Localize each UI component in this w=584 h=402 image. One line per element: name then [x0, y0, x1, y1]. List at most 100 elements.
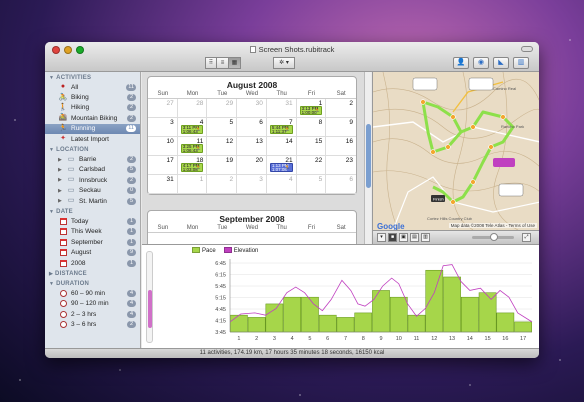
activity-event[interactable]: 3:13 PM 1:00:00 🏃	[299, 106, 323, 115]
disclosure-triangle-icon[interactable]: ▶	[58, 188, 62, 194]
calendar-day[interactable]: 12	[207, 137, 238, 156]
calendar-day[interactable]: 8	[296, 118, 327, 137]
calendar-day[interactable]: 1 3:13 PM 1:00:00 🏃	[296, 99, 327, 118]
activity-event[interactable]: 5:44 PM 1:11:37 🏃	[269, 125, 293, 134]
calendar-day[interactable]: 1	[177, 175, 208, 194]
sidebar-item-barrie[interactable]: ▶ ▭ Barrie 2	[45, 154, 140, 164]
date-header[interactable]: ▼ DATE	[45, 206, 140, 216]
calendar-day[interactable]: 23	[326, 156, 356, 175]
disclosure-triangle-icon[interactable]: ▶	[58, 177, 62, 183]
activity-event[interactable]: 3:25 PM 1:06:43 🏃	[180, 144, 204, 153]
scroll-thumb[interactable]	[366, 124, 371, 188]
activity-event[interactable]: 3:11 PM 1:06:43 🏃	[180, 125, 204, 134]
pace-bar[interactable]	[318, 314, 337, 333]
calendar-day[interactable]: 3	[148, 118, 178, 137]
disclosure-triangle-icon[interactable]: ▶	[58, 167, 62, 173]
map-view-button[interactable]: ■	[388, 233, 397, 242]
chart-icon[interactable]: ▥	[513, 57, 529, 69]
sidebar-item-60-90-min[interactable]: 60 – 90 min 4	[45, 288, 140, 298]
pace-bar[interactable]	[496, 312, 515, 333]
calendar-day[interactable]: 6	[237, 118, 267, 137]
calendar-day[interactable]: 19	[207, 156, 238, 175]
calendar-day[interactable]: 13	[237, 137, 267, 156]
calendar-day[interactable]: 28	[177, 99, 208, 118]
calendar-day[interactable]: 4	[266, 175, 297, 194]
pace-bar[interactable]	[230, 314, 248, 333]
calendar-day[interactable]: 20	[237, 156, 267, 175]
terrain-view-button[interactable]: ▥	[421, 233, 430, 242]
zoom-slider[interactable]	[472, 233, 514, 241]
calendar-day[interactable]: 5	[296, 175, 327, 194]
calendar-day[interactable]: 30	[237, 99, 267, 118]
sidebar-item-running[interactable]: 🏃 Running 11	[45, 123, 140, 134]
pace-bar[interactable]	[389, 296, 408, 333]
calendar-day[interactable]: 22	[296, 156, 327, 175]
activity-event[interactable]: 1:13 PM 1:07:08 🏃	[269, 163, 293, 172]
sidebar-item-august[interactable]: August 9	[45, 247, 140, 257]
map-dropdown-button[interactable]: ▾	[377, 233, 386, 242]
pace-bar[interactable]	[265, 303, 284, 333]
calendar-day[interactable]: 11 3:25 PM 1:06:43 🏃	[177, 137, 208, 156]
calendar-view-button[interactable]: ▦	[229, 57, 241, 69]
calendar-day[interactable]: 16	[326, 137, 356, 156]
pace-bar[interactable]	[425, 269, 444, 333]
pace-bar[interactable]	[407, 314, 426, 333]
fullscreen-icon[interactable]: ⤢	[522, 233, 531, 242]
pace-bar[interactable]	[354, 312, 373, 333]
pace-bar[interactable]	[514, 321, 532, 333]
finish-marker[interactable]: Finish	[433, 197, 444, 202]
sidebar-item-this-week[interactable]: This Week 1	[45, 227, 140, 237]
calendar-day[interactable]: 15	[296, 137, 327, 156]
user-icon[interactable]: 👤	[453, 57, 469, 69]
calendar-day[interactable]: 6	[326, 175, 356, 194]
calendar-day[interactable]: 5	[207, 118, 238, 137]
sidebar-item-2-3-hrs[interactable]: 2 – 3 hrs 4	[45, 309, 140, 319]
disclosure-triangle-icon[interactable]: ▶	[58, 198, 62, 204]
calendar-day[interactable]: 2	[207, 175, 238, 194]
sidebar-item-innsbruck[interactable]: ▶ ▭ Innsbruck 2	[45, 175, 140, 185]
sidebar-item-latest-import[interactable]: ✦ Latest Import	[45, 134, 140, 144]
map-attribution[interactable]: Map data ©2008 Tele Atlas - Terms of Use	[448, 223, 537, 228]
sidebar-item-3-6-hrs[interactable]: 3 – 6 hrs 2	[45, 319, 140, 329]
pace-bar[interactable]	[372, 290, 390, 333]
pace-bar[interactable]	[443, 276, 461, 333]
activity-event[interactable]: 4:17 PM 1:03:08 🏃	[180, 163, 204, 172]
activities-header[interactable]: ▼ ACTIVITIES	[45, 72, 140, 82]
calendar-day[interactable]: 9	[326, 118, 356, 137]
map-pane[interactable]: Finish Cortez Hills Country Club Rancho …	[372, 72, 539, 244]
disclosure-triangle-icon[interactable]: ▶	[58, 157, 62, 163]
sidebar-item-90-120-min[interactable]: 90 – 120 min 4	[45, 299, 140, 309]
calendar-day[interactable]: 3	[237, 175, 267, 194]
calendar-day[interactable]: 7 5:44 PM 1:11:37 🏃	[266, 118, 297, 137]
calendar-scrollbar[interactable]	[364, 72, 371, 244]
pace-bar[interactable]	[301, 296, 319, 333]
info-icon[interactable]: ◉	[473, 57, 489, 69]
sidebar-item-2008[interactable]: 2008 1	[45, 258, 140, 268]
calendar-day[interactable]: 18 4:17 PM 1:03:08 🏃	[177, 156, 208, 175]
calendar-day[interactable]: 14	[266, 137, 297, 156]
calendar-day[interactable]: 31	[148, 175, 178, 194]
sidebar-item-today[interactable]: Today 1	[45, 216, 140, 226]
list-view-button[interactable]: ≡	[217, 57, 229, 69]
pace-bar[interactable]	[478, 292, 497, 333]
calendar-day[interactable]: 31	[266, 99, 297, 118]
calendar-day[interactable]: 4 3:11 PM 1:06:43 🏃	[177, 118, 208, 137]
calendar-day[interactable]: 21 1:13 PM 1:07:08 🏃	[266, 156, 297, 175]
action-menu-button[interactable]: ✲ ▾	[273, 57, 295, 69]
calendar-day[interactable]: 10	[148, 137, 178, 156]
distance-header[interactable]: ▶ DISTANCE	[45, 268, 140, 278]
calendar-day[interactable]: 2	[326, 99, 356, 118]
sidebar-item-carlsbad[interactable]: ▶ ▭ Carlsbad 5	[45, 165, 140, 175]
sidebar-item-st-martin[interactable]: ▶ ▭ St. Martin 5	[45, 196, 140, 206]
sidebar-item-seckau[interactable]: ▶ ▭ Seckau 0	[45, 186, 140, 196]
pace-bar[interactable]	[460, 296, 479, 333]
grid-view-button[interactable]: ⠿	[205, 57, 217, 69]
zoom-slider-knob[interactable]	[490, 233, 498, 241]
map-icon[interactable]: ◣	[493, 57, 509, 69]
sidebar-item-all[interactable]: ● All 11	[45, 82, 140, 92]
pace-bar[interactable]	[336, 317, 355, 333]
hybrid-view-button[interactable]: ▤	[410, 233, 419, 242]
satellite-view-button[interactable]: ▣	[399, 233, 408, 242]
sidebar-item-hiking[interactable]: 🚶 Hiking 2	[45, 103, 140, 113]
sidebar-item-september[interactable]: September 1	[45, 237, 140, 247]
